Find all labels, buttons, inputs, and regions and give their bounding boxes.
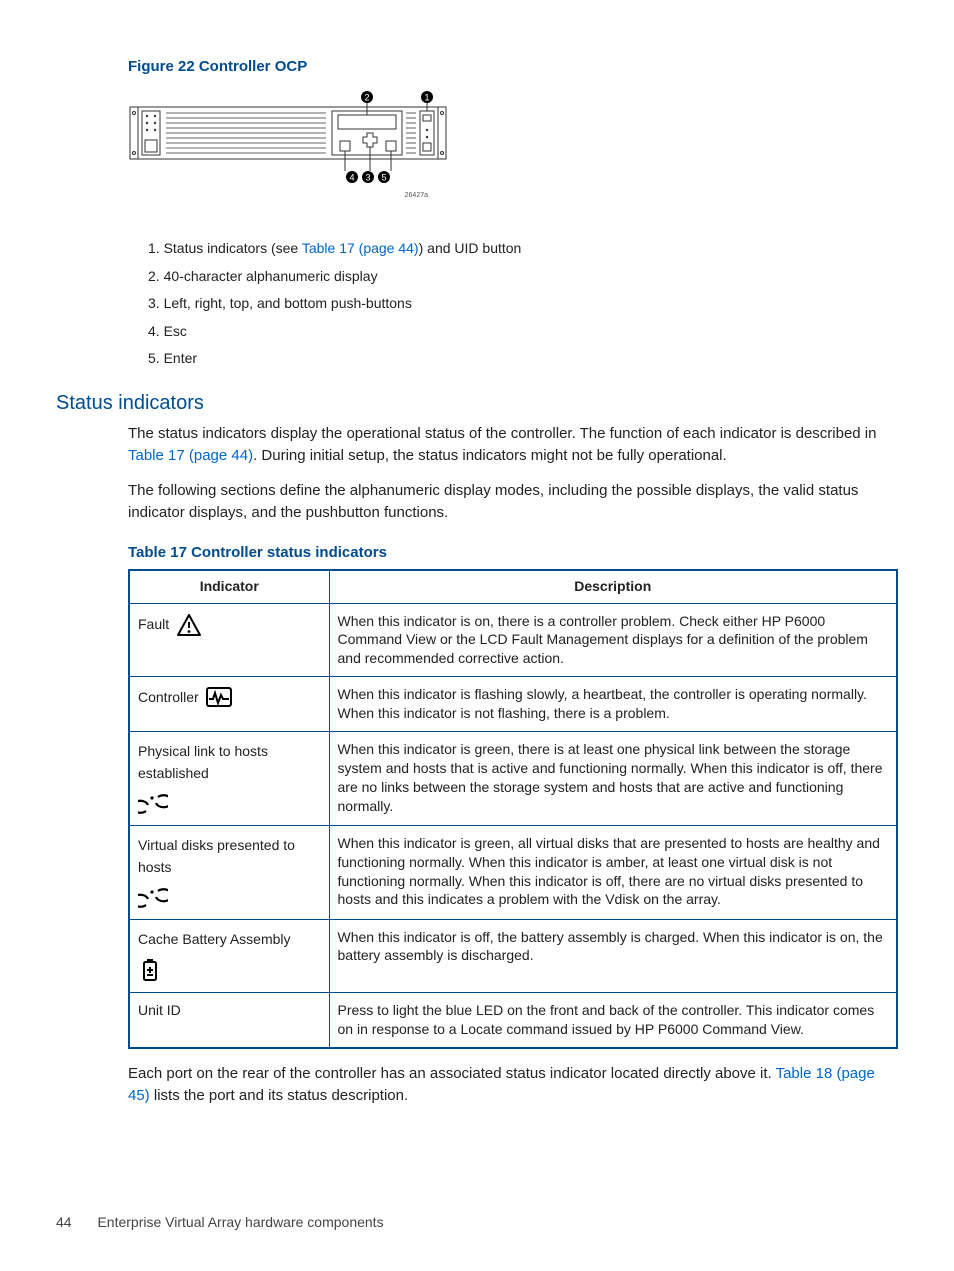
status-indicators-table: Indicator Description Fault When this in…: [128, 569, 898, 1049]
svg-text:5: 5: [381, 173, 386, 183]
legend-item: 4. Esc: [148, 322, 898, 342]
fault-icon: [175, 612, 203, 638]
paragraph: The following sections define the alphan…: [128, 480, 898, 524]
table-row: Virtual disks presented to hosts When th…: [129, 825, 897, 919]
indicator-description: When this indicator is green, there is a…: [329, 732, 897, 826]
link-table17[interactable]: Table 17 (page 44): [302, 240, 419, 256]
table-row: Controller When this indicator is flashi…: [129, 677, 897, 732]
indicator-description: When this indicator is flashing slowly, …: [329, 677, 897, 732]
heartbeat-icon: [205, 685, 233, 709]
figure-legend: 1. Status indicators (see Table 17 (page…: [128, 239, 898, 369]
indicator-label: Controller: [138, 686, 199, 708]
battery-icon: [138, 956, 162, 984]
indicator-label: Cache Battery Assembly: [138, 928, 291, 950]
indicator-description: When this indicator is off, the battery …: [329, 919, 897, 992]
column-header: Indicator: [129, 570, 329, 603]
indicator-description: Press to light the blue LED on the front…: [329, 992, 897, 1047]
indicator-description: When this indicator is on, there is a co…: [329, 603, 897, 677]
indicator-label: Unit ID: [138, 1002, 181, 1018]
svg-text:3: 3: [365, 173, 370, 183]
link-icon: [138, 791, 168, 817]
legend-item: 3. Left, right, top, and bottom push-but…: [148, 294, 898, 314]
indicator-label: Virtual disks presented to hosts: [138, 834, 321, 879]
svg-text:1: 1: [424, 93, 429, 103]
document-page: Figure 22 Controller OCP: [0, 0, 954, 1271]
footer-section: Enterprise Virtual Array hardware compon…: [97, 1214, 383, 1230]
svg-text:4: 4: [349, 173, 354, 183]
table-header-row: Indicator Description: [129, 570, 897, 603]
svg-text:26427a: 26427a: [405, 192, 428, 199]
table-caption: Table 17 Controller status indicators: [128, 542, 898, 563]
legend-item: 2. 40-character alphanumeric display: [148, 267, 898, 287]
figure-caption: Figure 22 Controller OCP: [128, 56, 898, 77]
section-heading: Status indicators: [56, 389, 898, 417]
legend-item: 1. Status indicators (see Table 17 (page…: [148, 239, 898, 259]
table-row: Physical link to hosts established When …: [129, 732, 897, 826]
link-icon: [138, 885, 168, 911]
paragraph: Each port on the rear of the controller …: [128, 1063, 898, 1107]
column-header: Description: [329, 570, 897, 603]
page-footer: 44 Enterprise Virtual Array hardware com…: [56, 1213, 384, 1233]
table-row: Cache Battery Assembly When this indicat…: [129, 919, 897, 992]
figure-diagram: 2 1 4 3 5 26427a: [128, 85, 898, 215]
table-row: Unit ID Press to light the blue LED on t…: [129, 992, 897, 1047]
page-number: 44: [56, 1214, 72, 1230]
indicator-label: Physical link to hosts established: [138, 740, 321, 785]
table-row: Fault When this indicator is on, there i…: [129, 603, 897, 677]
paragraph: The status indicators display the operat…: [128, 423, 898, 467]
indicator-description: When this indicator is green, all virtua…: [329, 825, 897, 919]
link-table17[interactable]: Table 17 (page 44): [128, 447, 253, 464]
indicator-label: Fault: [138, 613, 169, 635]
legend-item: 5. Enter: [148, 349, 898, 369]
svg-text:2: 2: [364, 93, 369, 103]
